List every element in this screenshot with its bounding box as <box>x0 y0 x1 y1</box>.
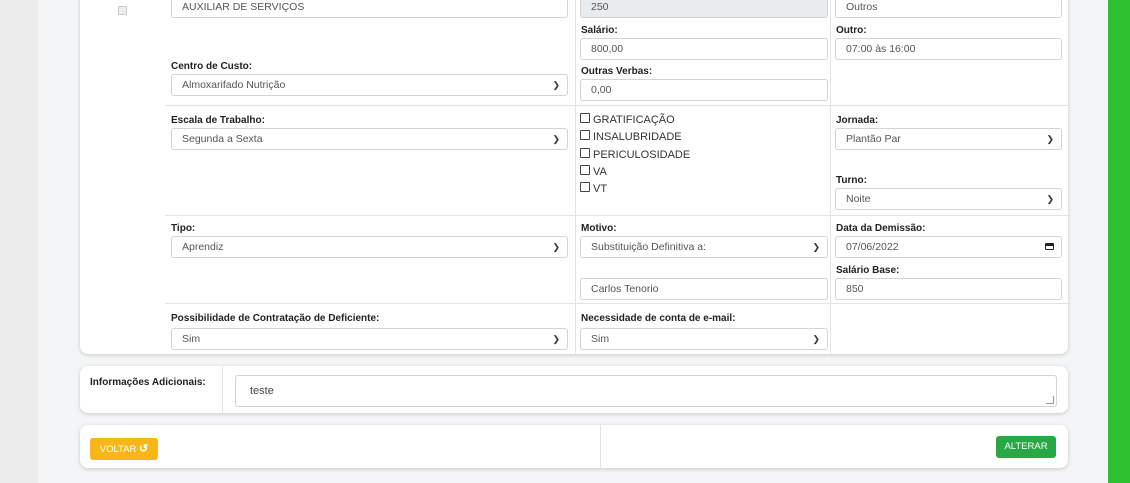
checkbox-va[interactable]: VA <box>580 165 607 178</box>
jornada-label: Jornada: <box>836 115 879 126</box>
checkbox-gratificacao[interactable]: GRATIFICAÇÃO <box>580 113 675 126</box>
jornada-select[interactable]: Plantão Par ❯ <box>835 128 1062 150</box>
calendar-icon[interactable] <box>1045 243 1054 250</box>
vagas-field: 250 <box>580 0 828 18</box>
checkbox-vt[interactable]: VT <box>580 182 607 195</box>
checkbox-icon <box>580 148 590 158</box>
row-divider <box>165 303 1068 304</box>
actions-divider <box>600 425 601 468</box>
salario-label: Salário: <box>581 25 618 36</box>
salario-base-label: Salário Base: <box>836 265 900 276</box>
horario-select[interactable]: Outros <box>835 0 1062 18</box>
checkbox-icon <box>580 130 590 140</box>
data-demissao-input[interactable]: 07/06/2022 <box>835 236 1062 258</box>
chevron-down-icon: ❯ <box>552 334 560 344</box>
accent-sidebar <box>1108 0 1130 483</box>
chevron-down-icon: ❯ <box>812 334 820 344</box>
back-button[interactable]: VOLTAR ↺ <box>90 438 158 460</box>
deficiente-select[interactable]: Sim ❯ <box>171 328 568 350</box>
chevron-down-icon: ❯ <box>1046 134 1054 144</box>
escala-label: Escala de Trabalho: <box>171 115 265 126</box>
checkbox-icon <box>580 113 590 123</box>
salario-base-input[interactable]: 850 <box>835 278 1062 300</box>
chevron-down-icon: ❯ <box>812 242 820 252</box>
salario-input[interactable]: 800,00 <box>580 38 828 60</box>
info-textarea[interactable]: teste <box>235 375 1057 407</box>
outro-input[interactable]: 07:00 às 16:00 <box>835 38 1062 60</box>
centro-custo-label: Centro de Custo: <box>171 61 253 72</box>
turno-label: Turno: <box>836 175 867 186</box>
outras-verbas-input[interactable]: 0,00 <box>580 79 828 101</box>
row-divider <box>165 105 1068 106</box>
checkbox-insalubridade[interactable]: INSALUBRIDADE <box>580 130 682 143</box>
actions-card <box>80 425 1068 468</box>
substituto-input[interactable]: Carlos Tenorio <box>580 278 828 300</box>
conta-email-label: Necessidade de conta de e-mail: <box>581 313 736 324</box>
outro-label: Outro: <box>836 25 867 36</box>
checkbox-periculosidade[interactable]: PERICULOSIDADE <box>580 148 690 161</box>
column-divider <box>575 0 576 354</box>
centro-custo-select[interactable]: Almoxarifado Nutrição ❯ <box>171 74 568 96</box>
tipo-label: Tipo: <box>171 223 196 234</box>
chevron-down-icon: ❯ <box>552 134 560 144</box>
conta-email-select[interactable]: Sim ❯ <box>580 328 828 350</box>
row-divider <box>165 215 1068 216</box>
chevron-down-icon: ❯ <box>552 80 560 90</box>
row-checkbox[interactable] <box>118 6 127 15</box>
page-gutter <box>0 0 38 483</box>
alterar-button[interactable]: ALTERAR <box>996 436 1056 458</box>
info-label: Informações Adicionais: <box>90 377 206 388</box>
motivo-select[interactable]: Substituição Definitiva a: ❯ <box>580 236 828 258</box>
cargo-field[interactable]: AUXILIAR DE SERVIÇOS <box>171 0 568 18</box>
deficiente-label: Possibilidade de Contratação de Deficien… <box>171 313 380 324</box>
outras-verbas-label: Outras Verbas: <box>581 66 653 77</box>
resize-handle-icon[interactable] <box>1046 396 1054 404</box>
data-demissao-label: Data da Demissão: <box>836 223 926 234</box>
checkbox-icon <box>580 165 590 175</box>
undo-icon: ↺ <box>139 443 149 455</box>
escala-select[interactable]: Segunda a Sexta ❯ <box>171 128 568 150</box>
checkbox-icon <box>580 182 590 192</box>
turno-select[interactable]: Noite ❯ <box>835 188 1062 210</box>
chevron-down-icon: ❯ <box>552 242 560 252</box>
chevron-down-icon: ❯ <box>1046 194 1054 204</box>
tipo-select[interactable]: Aprendiz ❯ <box>171 236 568 258</box>
info-divider <box>222 366 223 413</box>
column-divider <box>830 0 831 354</box>
motivo-label: Motivo: <box>581 223 617 234</box>
